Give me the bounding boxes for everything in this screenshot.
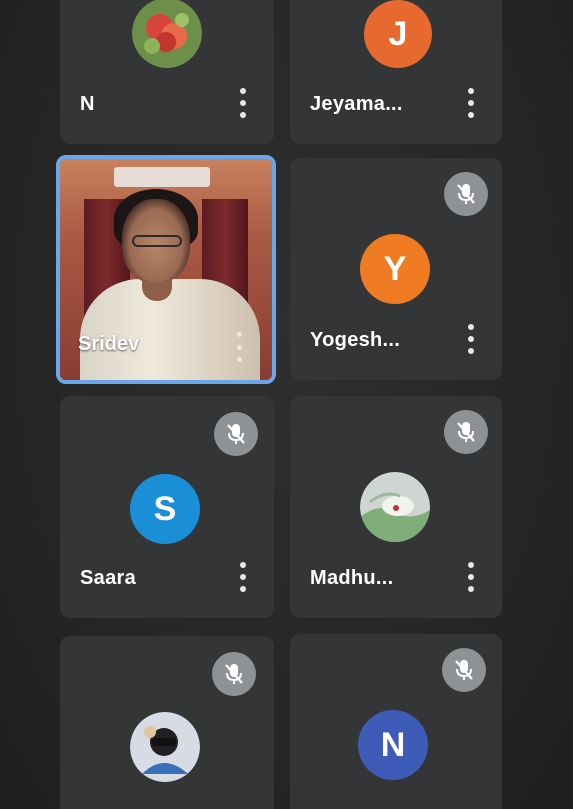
more-options-button[interactable]: [466, 324, 476, 354]
more-options-button[interactable]: [466, 562, 476, 592]
mic-off-badge: [444, 410, 488, 454]
more-vert-icon: [240, 88, 246, 94]
more-vert-icon: [468, 562, 474, 568]
mic-off-icon: [457, 184, 475, 204]
mic-off-icon: [227, 424, 245, 444]
participant-tile-sridev-video[interactable]: Sridev: [56, 155, 276, 384]
participant-avatar-initial: J: [364, 0, 432, 68]
participant-tile-saara[interactable]: S Saara: [60, 396, 274, 618]
person-photo-icon: [130, 712, 200, 782]
more-vert-icon: [240, 562, 246, 568]
mic-off-icon: [457, 422, 475, 442]
participant-tile-jeyama[interactable]: J Jeyama...: [290, 0, 502, 144]
more-options-button[interactable]: [234, 332, 244, 362]
participant-grid: N J Jeyama... Sridev Y Yogesh... S Saara…: [0, 0, 573, 809]
participant-tile-n[interactable]: N: [60, 0, 274, 144]
participant-name: Madhu...: [310, 567, 394, 589]
more-vert-icon: [468, 88, 474, 94]
participant-avatar-photo: [132, 0, 202, 68]
mic-off-badge: [442, 648, 486, 692]
mic-off-icon: [455, 660, 473, 680]
participant-name: Jeyama...: [310, 93, 403, 115]
more-options-button[interactable]: [238, 562, 248, 592]
mic-off-badge: [214, 412, 258, 456]
participant-name: N: [80, 93, 95, 115]
participant-tile-yogesh[interactable]: Y Yogesh...: [290, 158, 502, 380]
participant-avatar-initial: S: [130, 474, 200, 544]
participant-tile-n-second[interactable]: N: [290, 634, 502, 809]
participant-tile-photo[interactable]: [60, 636, 274, 809]
flower-photo-icon: [132, 0, 202, 68]
more-vert-icon: [468, 324, 474, 330]
participant-name: Sridev: [78, 333, 140, 355]
participant-avatar-initial: Y: [360, 234, 430, 304]
participant-avatar-photo: [360, 472, 430, 542]
participant-name: Saara: [80, 567, 136, 589]
mic-off-badge: [444, 172, 488, 216]
participant-avatar-photo: [130, 712, 200, 782]
landscape-photo-icon: [360, 472, 430, 542]
more-options-button[interactable]: [238, 88, 248, 118]
mic-off-icon: [225, 664, 243, 684]
participant-name: Yogesh...: [310, 329, 401, 351]
mic-off-badge: [212, 652, 256, 696]
more-vert-icon: [236, 332, 242, 337]
participant-tile-madhu[interactable]: Madhu...: [290, 396, 502, 618]
more-options-button[interactable]: [466, 88, 476, 118]
participant-avatar-initial: N: [358, 710, 428, 780]
